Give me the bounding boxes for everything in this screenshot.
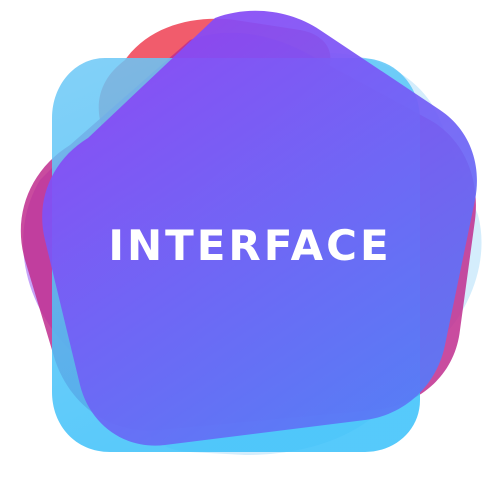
logo-canvas: INTERFACE bbox=[0, 0, 500, 500]
brand-wordmark: INTERFACE bbox=[108, 221, 392, 270]
